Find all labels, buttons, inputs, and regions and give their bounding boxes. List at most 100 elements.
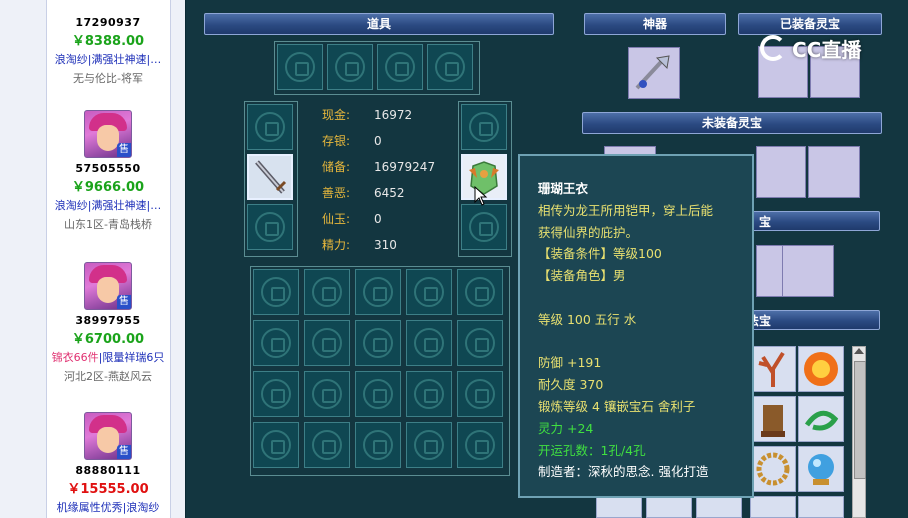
inventory-slot[interactable] <box>406 320 452 366</box>
tooltip-item-name: 珊瑚王衣 <box>538 181 589 196</box>
listing-tags[interactable]: 机缘属性优秀|浪淘纱 <box>46 499 170 515</box>
inventory-slot[interactable] <box>457 422 503 468</box>
watermark-text: CC直播 <box>792 37 862 62</box>
equip-slot-weapon[interactable] <box>247 154 293 200</box>
sell-badge: 售 <box>117 143 131 157</box>
equip-slot[interactable] <box>461 204 507 250</box>
sell-badge: 售 <box>117 445 131 459</box>
treasure-slot[interactable] <box>782 245 834 297</box>
listing-price: ￥6700.00 <box>71 332 145 347</box>
inventory-slot[interactable] <box>457 320 503 366</box>
jade-dragon-icon <box>804 410 839 431</box>
inventory-slot[interactable] <box>355 269 401 315</box>
magic-treasure-slot[interactable] <box>750 396 796 442</box>
inventory-slot[interactable] <box>304 320 350 366</box>
listing-server: 河北2区-燕赵风云 <box>64 370 152 383</box>
listing-column: 17290937 ￥8388.00 浪淘纱|满强壮神速|… 无与伦比-将军 售 … <box>0 0 185 518</box>
inventory-slot[interactable] <box>253 269 299 315</box>
magic-treasure-slot[interactable] <box>798 446 844 492</box>
seal-icon <box>761 405 785 437</box>
inventory-slot[interactable] <box>304 371 350 417</box>
listing-tags[interactable]: 浪淘纱|满强壮神速|… <box>46 51 170 67</box>
listing-price: ￥9666.00 <box>71 180 145 195</box>
bead-necklace-icon <box>756 452 790 486</box>
listing-tags[interactable]: 锦衣66件|限量祥瑞6只 <box>46 349 170 365</box>
tooltip-spirit: 灵力 +24 <box>538 420 594 436</box>
inventory-slot[interactable] <box>457 371 503 417</box>
cc-logo-icon <box>760 35 786 61</box>
magic-treasure-header: 法宝 <box>746 310 880 330</box>
right-edge-strip <box>170 0 185 518</box>
listing-tag-highlight: 锦衣66件 <box>51 351 99 364</box>
listing-server: 无与伦比-将军 <box>73 72 143 85</box>
magic-treasure-slot[interactable] <box>798 346 844 392</box>
treasure-scrollbar[interactable] <box>852 346 866 518</box>
unequipped-treasure-slot[interactable] <box>808 146 860 198</box>
character-avatar[interactable]: 售 <box>84 412 132 460</box>
listing-id: 57505550 <box>75 162 141 175</box>
tooltip-forge: 锻炼等级 4 镶嵌宝石 舍利子 <box>538 398 696 414</box>
item-slot[interactable] <box>377 44 423 90</box>
scroll-up-arrow-icon[interactable] <box>854 348 864 354</box>
inventory-slot[interactable] <box>355 371 401 417</box>
bottom-item-slot[interactable] <box>696 496 742 518</box>
sell-badge: 售 <box>117 295 131 309</box>
artifact-icon <box>635 55 670 90</box>
bottom-item-slot[interactable] <box>596 496 642 518</box>
listing-item[interactable]: 售 88880111 ￥15555.00 机缘属性优秀|浪淘纱 <box>46 412 170 515</box>
equip-slot[interactable] <box>461 104 507 150</box>
inventory-slot[interactable] <box>253 320 299 366</box>
stat-karma: 善恶: 6452 <box>322 186 405 200</box>
tooltip-requirement-level: 【装备条件】等级100 <box>538 246 662 262</box>
tooltip-luck-holes: 开运孔数：1孔/4孔 <box>538 442 646 458</box>
blue-orb-icon <box>808 454 834 485</box>
treasure-section-header: 宝 <box>746 211 880 231</box>
unequipped-treasure-slot[interactable] <box>756 146 806 198</box>
listing-item[interactable]: 售 57505550 ￥9666.00 浪淘纱|满强壮神速|… 山东1区-青岛栈… <box>46 110 170 232</box>
magic-treasure-slot[interactable] <box>798 496 844 518</box>
scroll-thumb[interactable] <box>854 361 866 479</box>
inventory-slot[interactable] <box>253 422 299 468</box>
magic-treasure-slot[interactable] <box>750 446 796 492</box>
tooltip-durability: 耐久度 370 <box>538 377 604 393</box>
watermark-logo: CC直播 <box>760 30 861 66</box>
sword-icon <box>255 160 287 194</box>
listing-id: 17290937 <box>75 16 141 29</box>
stat-savings: 存银: 0 <box>322 134 382 148</box>
item-slot[interactable] <box>427 44 473 90</box>
item-slot[interactable] <box>327 44 373 90</box>
inventory-slot[interactable] <box>355 422 401 468</box>
listing-item[interactable]: 售 38997955 ￥6700.00 锦衣66件|限量祥瑞6只 河北2区-燕赵… <box>46 262 170 384</box>
bottom-item-slot[interactable] <box>646 496 692 518</box>
magic-treasure-slot[interactable] <box>798 396 844 442</box>
stat-jade: 仙玉: 0 <box>322 212 382 226</box>
magic-treasure-slot[interactable] <box>750 496 796 518</box>
item-slot[interactable] <box>277 44 323 90</box>
inventory-slot[interactable] <box>406 269 452 315</box>
artifact-slot[interactable] <box>628 47 680 99</box>
listing-price: ￥8388.00 <box>71 34 145 49</box>
tooltip-defense: 防御 +191 <box>538 355 602 371</box>
listing-price: ￥15555.00 <box>67 482 149 497</box>
equip-slot[interactable] <box>247 104 293 150</box>
inventory-slot[interactable] <box>457 269 503 315</box>
tooltip-description-cont: 获得仙界的庇护。 <box>538 224 639 240</box>
coral-icon <box>758 351 785 387</box>
inventory-slot[interactable] <box>355 320 401 366</box>
inventory-slot[interactable] <box>304 422 350 468</box>
tooltip-description: 相传为龙王所用铠甲，穿上后能 <box>538 202 714 218</box>
inventory-slot[interactable] <box>406 422 452 468</box>
magic-treasure-slot[interactable] <box>750 346 796 392</box>
listing-id: 38997955 <box>75 314 141 327</box>
equip-slot[interactable] <box>247 204 293 250</box>
listing-tag-rest: |限量祥瑞6只 <box>98 351 165 364</box>
listing-id: 88880111 <box>75 464 141 477</box>
tooltip-requirement-role: 【装备角色】男 <box>538 268 626 284</box>
inventory-slot[interactable] <box>253 371 299 417</box>
listing-item[interactable]: 17290937 ￥8388.00 浪淘纱|满强壮神速|… 无与伦比-将军 <box>46 12 170 86</box>
inventory-slot[interactable] <box>304 269 350 315</box>
character-avatar[interactable]: 售 <box>84 262 132 310</box>
inventory-slot[interactable] <box>406 371 452 417</box>
listing-tags[interactable]: 浪淘纱|满强壮神速|… <box>46 197 170 213</box>
character-avatar[interactable]: 售 <box>84 110 132 158</box>
